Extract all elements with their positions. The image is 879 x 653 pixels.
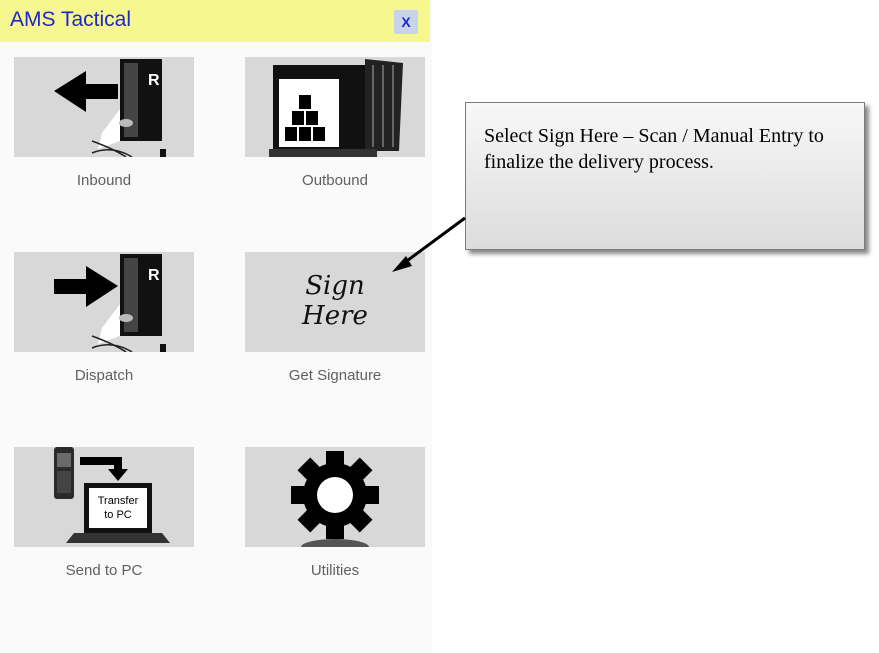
get-signature-tile[interactable]: Sign Here xyxy=(245,252,425,352)
app-title: AMS Tactical xyxy=(10,8,131,31)
outbound-tile[interactable] xyxy=(245,57,425,157)
tile-label-utilities: Utilities xyxy=(310,562,360,579)
dispatch-truck-icon: R xyxy=(54,254,166,352)
gear-icon xyxy=(291,451,379,547)
sign-here-line-2: Here xyxy=(301,301,368,331)
outbound-container-icon xyxy=(269,59,403,157)
tile-label-dispatch: Dispatch xyxy=(74,367,134,384)
sign-here-icon: Sign Here xyxy=(301,271,368,331)
svg-text:R: R xyxy=(148,267,160,284)
tile-label-inbound: Inbound xyxy=(76,172,132,189)
transfer-line-1: Transfer xyxy=(98,495,139,507)
sign-here-line-1: Sign xyxy=(305,271,365,301)
instruction-callout: Select Sign Here – Scan / Manual Entry t… xyxy=(465,102,865,250)
transfer-line-2: to PC xyxy=(104,509,132,521)
callout-text: Select Sign Here – Scan / Manual Entry t… xyxy=(484,125,824,173)
dispatch-tile[interactable]: R xyxy=(14,252,194,352)
utilities-tile[interactable] xyxy=(245,447,425,547)
tile-label-get-signature: Get Signature xyxy=(288,367,382,384)
close-button[interactable]: X xyxy=(394,10,418,34)
svg-text:R: R xyxy=(148,72,160,89)
tile-label-send-to-pc: Send to PC xyxy=(65,562,143,579)
inbound-tile[interactable]: R xyxy=(14,57,194,157)
transfer-to-pc-icon: Transfer to PC xyxy=(54,447,170,543)
inbound-truck-icon: R xyxy=(54,59,166,157)
send-to-pc-tile[interactable]: Transfer to PC xyxy=(14,447,194,547)
title-bar: AMS Tactical X xyxy=(0,0,430,42)
app-screen: AMS Tactical X R Inbound Outbound R Disp… xyxy=(0,0,432,653)
tile-label-outbound: Outbound xyxy=(302,172,368,189)
